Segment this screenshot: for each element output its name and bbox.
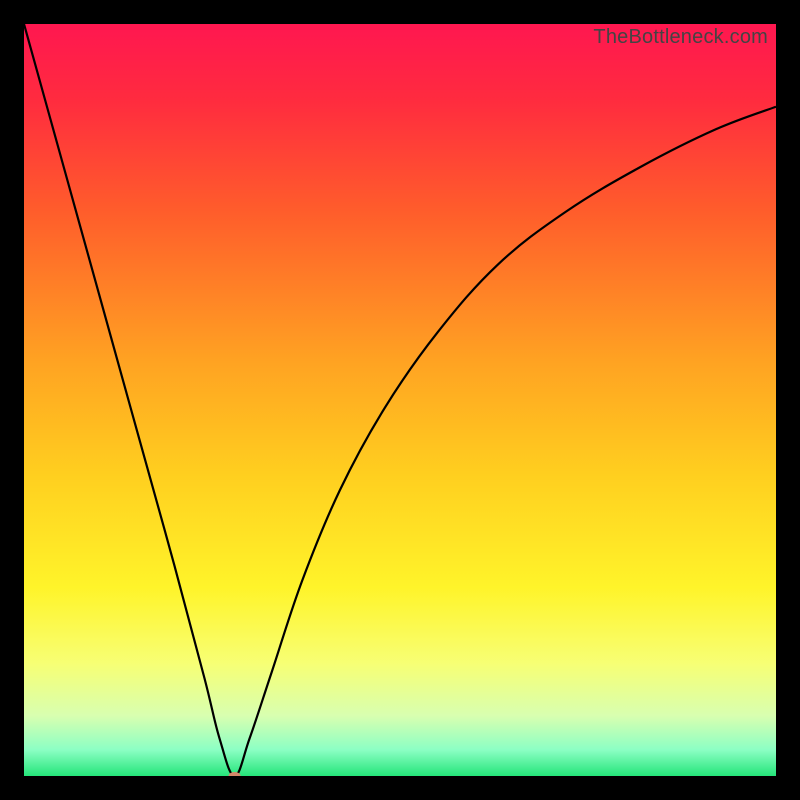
- chart-svg: [24, 24, 776, 776]
- watermark-text: TheBottleneck.com: [593, 26, 768, 49]
- chart-outer-frame: TheBottleneck.com: [0, 0, 800, 800]
- chart-background: [24, 24, 776, 776]
- chart-plot-area: TheBottleneck.com: [24, 24, 776, 776]
